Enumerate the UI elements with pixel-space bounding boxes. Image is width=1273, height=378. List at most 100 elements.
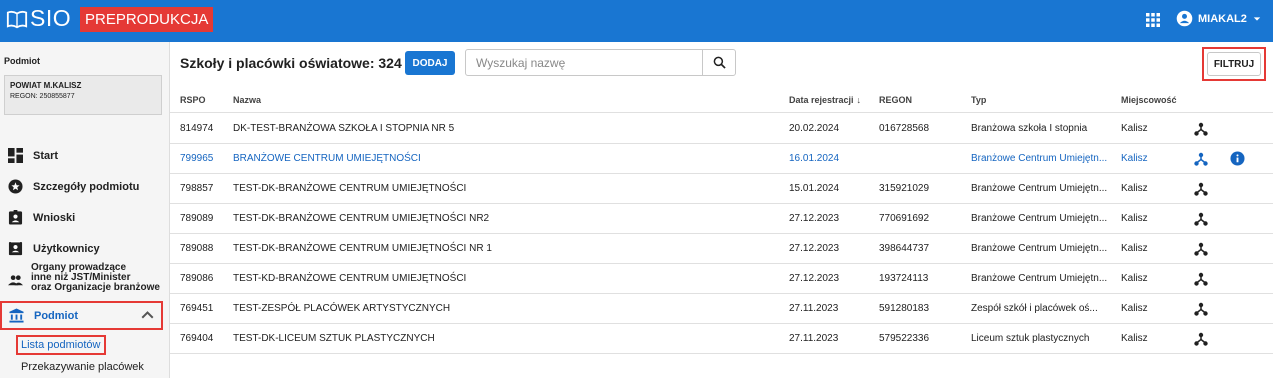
logo-text: SIO	[30, 5, 72, 31]
hierarchy-icon[interactable]	[1194, 302, 1208, 316]
cell-type: Branżowa szkoła I stopnia	[971, 123, 1088, 134]
hierarchy-icon[interactable]	[1194, 212, 1208, 226]
cell-city: Kalisz	[1121, 273, 1148, 284]
search-icon	[713, 56, 726, 69]
contact-card-icon	[8, 241, 23, 256]
user-name: MIAKAL2	[1198, 12, 1247, 25]
hierarchy-icon[interactable]	[1194, 152, 1208, 166]
hierarchy-icon[interactable]	[1194, 332, 1208, 346]
table-row[interactable]: 799965 BRANŻOWE CENTRUM UMIEJĘTNOŚCI 16.01…	[170, 144, 1273, 174]
info-star-icon	[8, 179, 23, 194]
sidebar-subitem-lista-podmiotow[interactable]: Lista podmiotów	[16, 335, 106, 355]
cell-date: 27.11.2023	[789, 303, 839, 314]
cell-date: 27.11.2023	[789, 333, 839, 344]
cell-regon: 591280183	[879, 303, 930, 314]
sidebar-subitem-przekazywanie[interactable]: Przekazywanie placówek	[21, 361, 144, 373]
people-icon	[8, 275, 23, 286]
col-header-rspo[interactable]: RSPO	[180, 95, 206, 105]
sidebar-item-start[interactable]: Start	[8, 148, 58, 163]
table-row[interactable]: 769404 TEST-DK-LICEUM SZTUK PLASTYCZNYCH 2…	[170, 324, 1273, 354]
col-header-type[interactable]: Typ	[971, 95, 986, 105]
cell-regon: 016728568	[879, 123, 930, 134]
hierarchy-icon[interactable]	[1194, 182, 1208, 196]
sidebar: Podmiot POWIAT M.KALISZ REGON: 250855877…	[0, 42, 170, 378]
col-header-name[interactable]: Nazwa	[233, 95, 261, 105]
cell-name: TEST-DK-LICEUM SZTUK PLASTYCZNYCH	[233, 333, 435, 344]
cell-city: Kalisz	[1121, 123, 1148, 134]
table-row[interactable]: 789086 TEST-KD-BRANŻOWE CENTRUM UMIEJĘTNO…	[170, 264, 1273, 294]
cell-rspo: 769451	[180, 303, 214, 314]
cell-regon: 193724113	[879, 273, 929, 284]
page-title: Szkoły i placówki oświatowe: 324	[180, 55, 402, 71]
sort-arrow-icon: ↓	[856, 95, 862, 105]
cell-type: Liceum sztuk plastycznych	[971, 333, 1090, 344]
cell-name: TEST-DK-BRANŻOWE CENTRUM UMIEJĘTNOŚCI	[233, 183, 467, 194]
cell-rspo: 789088	[180, 243, 214, 254]
cell-date: 27.12.2023	[789, 273, 840, 284]
table-row[interactable]: 789088 TEST-DK-BRANŻOWE CENTRUM UMIEJĘTNO…	[170, 234, 1273, 264]
caret-down-icon	[1253, 16, 1261, 21]
table-row[interactable]: 789089 TEST-DK-BRANŻOWE CENTRUM UMIEJĘTNO…	[170, 204, 1273, 234]
grid-icon[interactable]	[1146, 13, 1160, 27]
cell-city: Kalisz	[1121, 153, 1148, 164]
cell-rspo: 799965	[180, 153, 214, 164]
entity-card: POWIAT M.KALISZ REGON: 250855877	[4, 75, 162, 115]
info-icon[interactable]	[1230, 151, 1245, 166]
cell-rspo: 798857	[180, 183, 214, 194]
cell-rspo: 769404	[180, 333, 214, 344]
table-row[interactable]: 769451 TEST-ZESPÓŁ PLACÓWEK ARTYSTYCZNYCH…	[170, 294, 1273, 324]
sidebar-item-label: Start	[33, 149, 59, 162]
cell-name: TEST-KD-BRANŻOWE CENTRUM UMIEJĘTNOŚCI	[233, 273, 467, 284]
cell-type: Branżowe Centrum Umiejętn...	[971, 153, 1108, 164]
environment-badge: PREPRODUKCJA	[80, 7, 214, 32]
assignment-ind-icon	[8, 210, 23, 225]
user-menu[interactable]: MIAKAL2	[1176, 10, 1261, 27]
account-circle-icon	[1176, 10, 1193, 27]
hierarchy-icon[interactable]	[1194, 122, 1208, 136]
cell-rspo: 789089	[180, 213, 214, 224]
cell-date: 20.02.2024	[789, 123, 840, 134]
top-app-bar: SIO PREPRODUKCJA MIAKAL2	[0, 0, 1273, 42]
sidebar-item-users[interactable]: Użytkownicy	[8, 241, 100, 256]
filter-button[interactable]: FILTRUJ	[1207, 52, 1261, 76]
sidebar-item-details[interactable]: Szczegóły podmiotu	[8, 179, 139, 194]
cell-rspo: 814974	[180, 123, 214, 134]
sidebar-item-organy[interactable]: Organy prowadzące inne niż JST/Minister …	[8, 263, 160, 293]
sidebar-item-podmiot[interactable]: Podmiot	[0, 301, 163, 330]
cell-city: Kalisz	[1121, 333, 1148, 344]
main-content: Szkoły i placówki oświatowe: 324 DODAJ F…	[170, 42, 1273, 378]
hierarchy-icon[interactable]	[1194, 242, 1208, 256]
cell-regon: 579522336	[879, 333, 930, 344]
sidebar-heading: Podmiot	[4, 56, 40, 66]
table-row[interactable]: 814974 DK-TEST-BRANŻOWA SZKOŁA I STOPNIA …	[170, 114, 1273, 144]
cell-name: TEST-DK-BRANŻOWE CENTRUM UMIEJĘTNOŚCI NR…	[233, 243, 492, 254]
cell-date: 15.01.2024	[789, 183, 840, 194]
cell-regon: 770691692	[879, 213, 930, 224]
entity-name: POWIAT M.KALISZ	[10, 81, 82, 90]
hierarchy-icon[interactable]	[1194, 272, 1208, 286]
cell-type: Branżowe Centrum Umiejętn...	[971, 273, 1108, 284]
bank-icon	[9, 308, 24, 323]
cell-type: Branżowe Centrum Umiejętn...	[971, 243, 1108, 254]
cell-date: 16.01.2024	[789, 153, 840, 164]
sidebar-item-label: Użytkownicy	[33, 242, 100, 255]
col-header-regon[interactable]: REGON	[879, 95, 912, 105]
search-button[interactable]	[702, 49, 736, 76]
cell-regon: 315921029	[879, 183, 930, 194]
cell-type: Branżowe Centrum Umiejętn...	[971, 183, 1108, 194]
sio-logo[interactable]: SIO	[6, 5, 71, 32]
cell-city: Kalisz	[1121, 303, 1148, 314]
chevron-up-icon	[141, 311, 154, 319]
sidebar-item-label: Organy prowadzące inne niż JST/Minister …	[31, 263, 160, 293]
col-header-date-label: Data rejestracji	[789, 95, 854, 105]
col-header-date[interactable]: Data rejestracji ↓	[789, 95, 861, 105]
dashboard-icon	[8, 148, 23, 163]
sidebar-item-label-line: oraz Organizacje branżowe	[31, 282, 160, 293]
sidebar-item-wnioski[interactable]: Wnioski	[8, 210, 75, 225]
col-header-city[interactable]: Miejscowość	[1121, 95, 1177, 105]
cell-date: 27.12.2023	[789, 213, 840, 224]
search-input[interactable]	[465, 49, 703, 76]
cell-type: Branżowe Centrum Umiejętn...	[971, 213, 1108, 224]
add-button[interactable]: DODAJ	[405, 51, 455, 75]
table-row[interactable]: 798857 TEST-DK-BRANŻOWE CENTRUM UMIEJĘTNO…	[170, 174, 1273, 204]
